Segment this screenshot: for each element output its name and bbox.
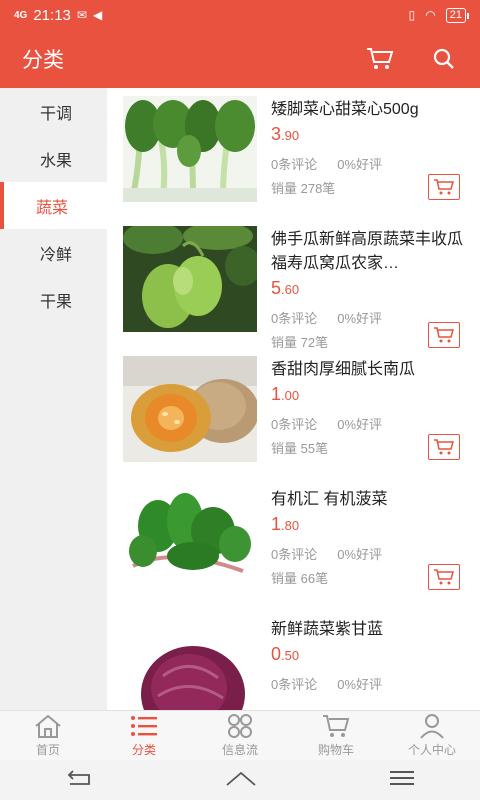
cart-icon [367,48,394,69]
category-item[interactable]: 水果 [0,135,107,182]
product-item[interactable]: 香甜肉厚细腻长南瓜 1.00 0条评论 0%好评 销量 55笔 [107,348,480,478]
home-system-button[interactable] [225,769,257,792]
product-price: 5.60 [271,278,300,298]
nav-profile[interactable]: 个人中心 [384,711,480,760]
product-reviews: 0条评论 0%好评 [271,154,382,173]
review-count: 0条评论 [271,677,318,692]
bottom-nav: 首页 分类 信息流 购物车 个人中心 [0,710,480,760]
nav-label: 个人中心 [407,743,456,757]
wifi-icon: ◠ [425,8,436,22]
review-count: 0条评论 [271,157,318,172]
review-count: 0条评论 [271,311,318,326]
nav-label: 购物车 [317,743,354,757]
product-reviews: 0条评论 0%好评 [271,308,382,327]
product-reviews: 0条评论 0%好评 [271,674,382,693]
product-name[interactable]: 佛手瓜新鲜高原蔬菜丰收瓜福寿瓜窝瓜农家… [271,228,471,276]
product-name[interactable]: 有机汇 有机菠菜 [271,488,471,512]
menu-button[interactable] [389,769,414,792]
add-to-cart-button[interactable] [428,322,460,348]
cart-icon [434,179,454,195]
back-button[interactable] [66,769,92,792]
product-list[interactable]: 矮脚菜心甜菜心500g 3.90 0条评论 0%好评 销量 278笔 佛手瓜新鲜… [107,88,480,710]
nav-label: 分类 [131,743,156,757]
product-image[interactable] [123,356,257,462]
vibrate-icon: ▯ [408,8,416,22]
category-item-active[interactable]: 蔬菜 [0,182,107,229]
review-count: 0条评论 [271,547,318,562]
user-icon [420,714,444,739]
category-item[interactable]: 干果 [0,276,107,323]
product-price: 3.90 [271,124,300,144]
add-to-cart-button[interactable] [428,564,460,590]
review-count: 0条评论 [271,417,318,432]
product-price: 1.80 [271,514,300,534]
product-name[interactable]: 新鲜蔬菜紫甘蓝 [271,618,471,642]
product-item[interactable]: 有机汇 有机菠菜 1.80 0条评论 0%好评 销量 66笔 [107,478,480,608]
product-name[interactable]: 矮脚菜心甜菜心500g [271,98,471,122]
product-price: 1.00 [271,384,300,404]
header-search-button[interactable] [430,45,458,73]
add-to-cart-button[interactable] [428,434,460,460]
product-item[interactable]: 新鲜蔬菜紫甘蓝 0.50 0条评论 0%好评 [107,608,480,710]
nav-cart[interactable]: 购物车 [288,711,384,760]
battery-indicator: 21 [445,7,470,23]
cart-icon [434,569,454,585]
category-item[interactable]: 冷鲜 [0,229,107,276]
menu-icon [389,770,414,785]
good-rate: 0%好评 [337,677,383,692]
signal-indicator: 4G [14,9,28,21]
home-icon [35,714,61,738]
good-rate: 0%好评 [337,417,383,432]
category-item[interactable]: 干调 [0,88,107,135]
page-title: 分类 [22,49,64,72]
cart-icon [434,327,454,343]
nav-category[interactable]: 分类 [96,711,192,760]
notification-icon: ✉ [76,8,87,22]
good-rate: 0%好评 [337,547,383,562]
product-image[interactable] [123,486,257,592]
grid-icon [228,714,252,738]
status-bar: 4G 21:13 ✉ ◀ ▯ ◠ 21 [0,0,480,30]
product-image[interactable] [123,616,257,710]
product-item[interactable]: 矮脚菜心甜菜心500g 3.90 0条评论 0%好评 销量 278笔 [107,88,480,218]
back-icon [68,769,91,785]
system-nav-bar [0,760,480,800]
home-icon [226,771,256,786]
product-image[interactable] [123,96,257,202]
add-to-cart-button[interactable] [428,174,460,200]
nav-label: 信息流 [221,743,258,757]
good-rate: 0%好评 [337,157,383,172]
product-image[interactable] [123,226,257,332]
category-sidebar: 干调 水果 蔬菜 冷鲜 干果 [0,88,107,710]
product-sales: 销量 278笔 [271,181,336,196]
product-sales: 销量 55笔 [271,441,329,456]
product-name[interactable]: 香甜肉厚细腻长南瓜 [271,358,471,382]
product-price: 0.50 [271,644,300,664]
nav-feed[interactable]: 信息流 [192,711,288,760]
mute-icon: ◀ [92,8,103,22]
header-cart-button[interactable] [366,45,394,73]
nav-home[interactable]: 首页 [0,711,96,760]
product-reviews: 0条评论 0%好评 [271,414,382,433]
product-item[interactable]: 佛手瓜新鲜高原蔬菜丰收瓜福寿瓜窝瓜农家… 5.60 0条评论 0%好评 销量 7… [107,218,480,350]
search-icon [433,48,454,69]
cart-icon [323,715,350,737]
cart-icon [434,439,454,455]
app-header: 分类 [0,30,480,88]
status-time: 21:13 [33,6,71,24]
nav-label: 首页 [35,743,60,757]
list-icon [131,716,157,736]
good-rate: 0%好评 [337,311,383,326]
product-sales: 销量 66笔 [271,571,329,586]
product-reviews: 0条评论 0%好评 [271,544,382,563]
